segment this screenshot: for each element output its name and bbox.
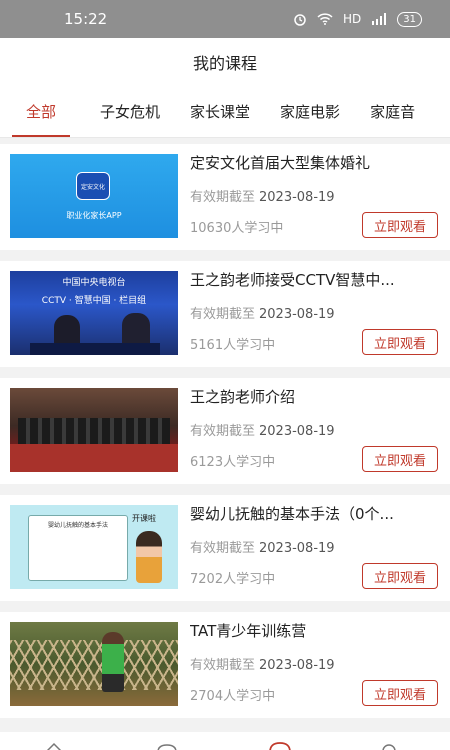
tab-all[interactable]: 全部 [11,86,71,137]
alarm-icon [294,14,306,26]
thumbnail-caption-2: CCTV · 智慧中国 · 栏目组 [41,296,147,306]
course-thumbnail [10,622,178,706]
course-card[interactable]: 定安文化 职业化家长APP 定安文化首届大型集体婚礼 有效期截至 2023-08-… [0,144,450,250]
thumbnail-caption: 职业化家长APP [66,211,122,220]
course-title: 婴幼儿抚触的基本手法（0个... [190,505,394,523]
tab-child-crisis[interactable]: 子女危机 [100,86,160,137]
stage-floor [10,444,178,472]
course-thumbnail: 婴幼儿抚触的基本手法 开课啦 [10,505,178,589]
tab-parent-class[interactable]: 家长课堂 [190,86,250,137]
page-title: 我的课程 [192,54,257,73]
expiry-info: 有效期截至 2023-08-19 [190,307,335,322]
learner-count: 6123人学习中 [190,455,276,470]
course-card[interactable]: 中国中央电视台 CCTV · 智慧中国 · 栏目组 王之韵老师接受CCTV智慧中… [0,261,450,367]
learner-count: 5161人学习中 [190,338,276,353]
page-header: 我的课程 [0,38,450,86]
course-title: 王之韵老师介绍 [190,388,296,406]
bottom-nav [0,732,450,750]
expiry-info: 有效期截至 2023-08-19 [190,424,335,439]
course-title: 王之韵老师接受CCTV智慧中... [190,271,395,289]
course-title: TAT青少年训练营 [190,622,307,640]
learner-count: 10630人学习中 [190,221,284,236]
logo-text: 定安文化 [80,183,105,191]
app-logo-icon: 定安文化 [76,172,110,200]
status-bar: 15:22 HD 31 [0,0,450,38]
watch-now-button[interactable]: 立即观看 [362,680,438,706]
home-icon[interactable] [44,742,64,750]
crowd-shape [18,418,170,444]
course-thumbnail: 中国中央电视台 CCTV · 智慧中国 · 栏目组 [10,271,178,355]
tab-family-movie[interactable]: 家庭电影 [280,86,340,137]
course-card[interactable]: 婴幼儿抚触的基本手法 开课啦 婴幼儿抚触的基本手法（0个... 有效期截至 202… [0,495,450,601]
course-thumbnail [10,388,178,472]
battery-icon: 31 [397,11,422,27]
signal-icon [372,13,387,25]
table-shape [30,343,160,355]
status-icons: HD 31 [293,11,422,27]
expiry-info: 有效期截至 2023-08-19 [190,190,335,205]
learner-count: 7202人学习中 [190,572,276,587]
rope-net [10,640,178,690]
watch-now-button[interactable]: 立即观看 [362,212,438,238]
profile-icon[interactable] [380,742,398,750]
course-card[interactable]: TAT青少年训练营 有效期截至 2023-08-19 2704人学习中 立即观看 [0,612,450,718]
thumbnail-caption: 婴幼儿抚触的基本手法 [47,522,108,529]
thumbnail-caption: 中国中央电视台 [62,278,126,288]
learner-count: 2704人学习中 [190,689,276,704]
tab-family-audio[interactable]: 家庭音 [370,86,415,137]
child-figure [102,632,124,692]
watch-now-button[interactable]: 立即观看 [362,329,438,355]
thumbnail-caption-2: 开课啦 [132,514,156,523]
expiry-info: 有效期截至 2023-08-19 [190,541,335,556]
category-icon[interactable] [156,742,178,750]
course-title: 定安文化首届大型集体婚礼 [190,154,371,172]
category-tabs: 全部 子女危机 家长课堂 家庭电影 家庭音 [0,86,450,138]
watch-now-button[interactable]: 立即观看 [362,563,438,589]
course-tab-icon[interactable] [268,742,292,750]
teacher-figure [136,531,162,583]
watch-now-button[interactable]: 立即观看 [362,446,438,472]
course-thumbnail: 定安文化 职业化家长APP [10,154,178,238]
course-card[interactable]: 王之韵老师介绍 有效期截至 2023-08-19 6123人学习中 立即观看 [0,378,450,484]
expiry-info: 有效期截至 2023-08-19 [190,658,335,673]
poster-board: 婴幼儿抚触的基本手法 [28,515,128,581]
network-label: HD [343,12,362,26]
wifi-icon [317,13,333,25]
status-time: 15:22 [64,10,108,28]
